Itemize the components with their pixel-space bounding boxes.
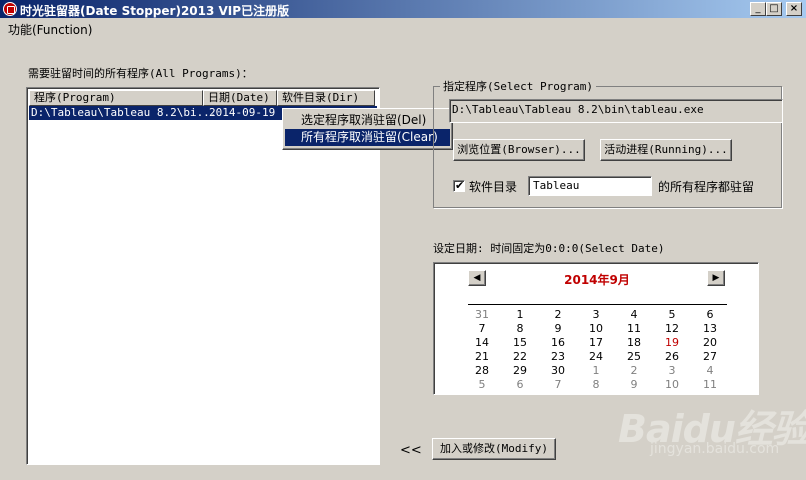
calendar-day[interactable]: 30 [539, 364, 577, 377]
calendar-day[interactable]: 2 [539, 308, 577, 321]
dir-checkbox[interactable]: ✔ [453, 179, 465, 192]
select-date-label: 设定日期: 时间固定为0:0:0(Select Date) [433, 242, 665, 255]
calendar-day[interactable]: 22 [501, 350, 539, 363]
menu-item-delete[interactable]: 选定程序取消驻留(Del) [285, 112, 450, 129]
calendar-day[interactable]: 10 [653, 378, 691, 391]
calendar-day[interactable]: 13 [691, 322, 729, 335]
calendar-day[interactable]: 23 [539, 350, 577, 363]
minimize-button[interactable]: _ [750, 2, 766, 16]
context-menu: 选定程序取消驻留(Del) 所有程序取消驻留(Clear) [282, 108, 453, 150]
dir-input[interactable]: Tableau [528, 176, 652, 196]
calendar-day[interactable]: 7 [463, 322, 501, 335]
calendar-day[interactable]: 6 [691, 308, 729, 321]
calendar-day[interactable]: 9 [539, 322, 577, 335]
next-month-button[interactable]: ▶ [707, 270, 725, 286]
dir-checkbox-label: 软件目录 [469, 180, 518, 194]
column-header-program[interactable]: 程序(Program) [29, 90, 203, 106]
modify-button[interactable]: 加入或修改(Modify) [432, 438, 556, 460]
program-path-field[interactable]: D:\Tableau\Tableau 8.2\bin\tableau.exe [449, 99, 783, 123]
calendar-day[interactable]: 5 [653, 308, 691, 321]
calendar-day[interactable]: 8 [501, 322, 539, 335]
row-program: D:\Tableau\Tableau 8.2\bi... [31, 106, 217, 119]
calendar-day[interactable]: 6 [501, 378, 539, 391]
calendar-day[interactable]: 24 [577, 350, 615, 363]
title-bar: 时光驻留器(Date Stopper)2013 VIP已注册版 _ □ × [0, 0, 806, 18]
calendar-day[interactable]: 7 [539, 378, 577, 391]
calendar-day[interactable]: 18 [615, 336, 653, 349]
menu-bar: 功能(Function) [0, 18, 806, 38]
column-header-date[interactable]: 日期(Date) [203, 90, 277, 106]
dir-suffix-label: 的所有程序都驻留 [658, 180, 755, 194]
maximize-button[interactable]: □ [766, 2, 782, 16]
calendar[interactable]: ◀ 2014年9月 ▶ 31 1 2 3 4 5 6 7 8 9 10 11 12 13 14 15 16 17 1… [433, 262, 759, 395]
calendar-day[interactable]: 25 [615, 350, 653, 363]
calendar-day[interactable]: 4 [691, 364, 729, 377]
menu-item-clear[interactable]: 所有程序取消驻留(Clear) [285, 129, 450, 146]
calendar-day[interactable]: 31 [463, 308, 501, 321]
column-header-dir[interactable]: 软件目录(Dir) [277, 90, 375, 106]
calendar-divider [468, 304, 727, 305]
calendar-day[interactable]: 26 [653, 350, 691, 363]
calendar-day[interactable]: 5 [463, 378, 501, 391]
row-date: 2014-09-19 [209, 106, 276, 119]
calendar-day[interactable]: 28 [463, 364, 501, 377]
calendar-day[interactable]: 9 [615, 378, 653, 391]
calendar-day[interactable]: 11 [615, 322, 653, 335]
calendar-day[interactable]: 27 [691, 350, 729, 363]
calendar-day[interactable]: 1 [577, 364, 615, 377]
calendar-day[interactable]: 17 [577, 336, 615, 349]
calendar-day[interactable]: 3 [577, 308, 615, 321]
calendar-day[interactable]: 21 [463, 350, 501, 363]
calendar-day[interactable]: 16 [539, 336, 577, 349]
programs-label: 需要驻留时间的所有程序(All Programs)： [28, 67, 253, 80]
app-icon [3, 2, 17, 16]
calendar-day[interactable]: 4 [615, 308, 653, 321]
calendar-day[interactable]: 19 [653, 336, 691, 349]
running-button[interactable]: 活动进程(Running)... [600, 139, 732, 161]
calendar-day[interactable]: 12 [653, 322, 691, 335]
calendar-day[interactable]: 29 [501, 364, 539, 377]
calendar-day[interactable]: 8 [577, 378, 615, 391]
calendar-day[interactable]: 14 [463, 336, 501, 349]
calendar-day[interactable]: 3 [653, 364, 691, 377]
watermark-url: jingyan.baidu.com [650, 441, 780, 457]
collapse-button[interactable]: << [400, 443, 422, 458]
calendar-day[interactable]: 20 [691, 336, 729, 349]
menu-function[interactable]: 功能(Function) [8, 21, 92, 38]
calendar-day[interactable]: 1 [501, 308, 539, 321]
browse-button[interactable]: 浏览位置(Browser)... [453, 139, 585, 161]
calendar-day[interactable]: 15 [501, 336, 539, 349]
calendar-day[interactable]: 10 [577, 322, 615, 335]
calendar-day[interactable]: 11 [691, 378, 729, 391]
close-button[interactable]: × [786, 2, 802, 16]
calendar-day[interactable]: 2 [615, 364, 653, 377]
window-title: 时光驻留器(Date Stopper)2013 VIP已注册版 [20, 4, 290, 18]
check-mark-icon: ✔ [455, 179, 465, 192]
select-program-title: 指定程序(Select Program) [440, 78, 596, 94]
